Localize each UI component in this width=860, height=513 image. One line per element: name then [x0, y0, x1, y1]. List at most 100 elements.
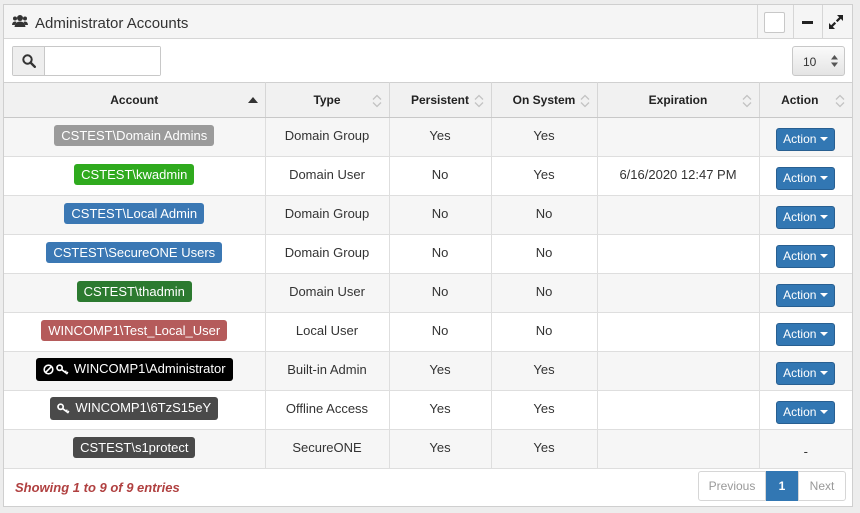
cell-on-system-value: No: [535, 205, 553, 221]
action-label: Action: [783, 287, 817, 302]
search-icon: [22, 54, 36, 68]
page-size-select[interactable]: 10: [792, 46, 845, 76]
action-dropdown-button[interactable]: Action: [776, 205, 836, 229]
cell-persistent: Yes: [389, 351, 492, 391]
cell-on-system-value: Yes: [533, 439, 555, 455]
column-header-persistent[interactable]: Persistent: [389, 82, 492, 118]
cell-persistent-value: No: [431, 322, 449, 338]
caret-down-icon: [820, 409, 829, 414]
table-row: WINCOMP1\6TzS15eY Offline Access Yes Yes Act…: [4, 390, 852, 430]
action-dropdown-button[interactable]: Action: [776, 322, 836, 346]
cell-on-system-value: Yes: [533, 400, 555, 416]
action-label: Action: [783, 248, 817, 263]
caret-down-icon: [820, 253, 829, 258]
panel-select-checkbox[interactable]: [764, 12, 785, 33]
select-arrows-icon: [831, 55, 838, 67]
cell-action: Action: [759, 234, 852, 274]
page-1-button[interactable]: 1: [766, 471, 798, 501]
key-icon: [56, 363, 69, 378]
cell-action: Action: [759, 273, 852, 313]
key-icon: [57, 402, 70, 417]
cell-action: Action: [759, 351, 852, 391]
search-input[interactable]: [46, 47, 160, 75]
cell-persistent-value: Yes: [429, 400, 451, 416]
account-name: CSTEST\SecureONE Users: [53, 244, 216, 260]
account-badge: CSTEST\SecureONE Users: [46, 241, 223, 263]
search-addon: [13, 47, 45, 75]
cell-expiration: [597, 312, 760, 352]
table-row: CSTEST\thadmin Domain User No No Action: [4, 273, 852, 313]
page-size-value: 10: [803, 55, 817, 69]
table-row: CSTEST\SecureONE Users Domain Group No No Ac…: [4, 234, 852, 274]
cell-action: Action: [759, 195, 852, 235]
column-label: Persistent: [410, 93, 470, 107]
next-page-button[interactable]: Next: [798, 472, 845, 500]
account-badge: WINCOMP1\Test_Local_User: [41, 319, 228, 341]
cell-account: CSTEST\kwadmin: [4, 156, 266, 196]
account-name: CSTEST\thadmin: [83, 283, 185, 299]
table-row: CSTEST\Domain Admins Domain Group Yes Yes Ac…: [4, 117, 852, 157]
action-label: Action: [783, 209, 817, 224]
cell-persistent: No: [389, 312, 492, 352]
table-row: WINCOMP1\Test_Local_User Local User No No Ac…: [4, 312, 852, 352]
cell-action: Action: [759, 117, 852, 157]
account-name: WINCOMP1\6TzS15eY: [75, 399, 212, 415]
action-dropdown-button[interactable]: Action: [776, 166, 836, 190]
sort-icon: [474, 94, 483, 108]
action-label: Action: [783, 326, 817, 341]
cell-on-system: Yes: [491, 351, 598, 391]
badge-icons: [57, 399, 72, 420]
cell-type: Domain User: [265, 156, 390, 196]
cell-on-system-value: No: [535, 283, 553, 299]
cell-on-system-value: Yes: [533, 127, 555, 143]
action-dropdown-button[interactable]: Action: [776, 361, 836, 385]
action-dropdown-button[interactable]: Action: [776, 283, 836, 307]
column-header-on-system[interactable]: On System: [491, 82, 598, 118]
action-dropdown-button[interactable]: Action: [776, 127, 836, 151]
users-icon: [12, 15, 28, 27]
action-dropdown-button[interactable]: Action: [776, 244, 836, 268]
cell-action: Action: [759, 390, 852, 430]
header-divider: [757, 5, 758, 39]
sort-icon: [835, 94, 845, 108]
minimize-icon[interactable]: [802, 21, 813, 24]
cell-action: Action: [759, 312, 852, 352]
panel-title: Administrator Accounts: [35, 15, 189, 32]
cell-persistent: Yes: [389, 429, 492, 469]
cell-on-system-value: No: [535, 244, 553, 260]
cell-expiration: [597, 351, 760, 391]
cell-type-value: Built-in Admin: [287, 361, 367, 377]
sort-icon: [742, 94, 751, 108]
cell-expiration: [597, 273, 760, 313]
previous-page-button[interactable]: Previous: [699, 472, 766, 500]
cell-on-system-value: Yes: [533, 361, 555, 377]
cell-on-system: No: [491, 312, 598, 352]
cell-type: Domain Group: [265, 117, 390, 157]
column-label: Expiration: [648, 93, 708, 107]
column-header-account[interactable]: Account: [4, 82, 266, 118]
action-dropdown-button[interactable]: Action: [776, 400, 836, 424]
account-badge: WINCOMP1\6TzS15eY: [50, 396, 219, 420]
cell-action: Action: [759, 156, 852, 196]
cell-expiration: 6/16/2020 12:47 PM: [597, 156, 760, 196]
cell-type-value: Offline Access: [285, 400, 369, 416]
cell-persistent: No: [389, 273, 492, 313]
table-row: CSTEST\kwadmin Domain User No Yes 6/16/2020 …: [4, 156, 852, 196]
column-header-expiration[interactable]: Expiration: [597, 82, 760, 118]
cell-type: SecureONE: [265, 429, 390, 469]
expand-icon[interactable]: [828, 14, 844, 30]
cell-on-system: No: [491, 234, 598, 274]
cell-type: Domain Group: [265, 234, 390, 274]
table-row: WINCOMP1\Administrator Built-in Admin Yes Y…: [4, 351, 852, 391]
column-label: Account: [110, 93, 159, 107]
column-header-type[interactable]: Type: [265, 82, 390, 118]
column-header-action[interactable]: Action: [759, 82, 852, 118]
cell-persistent-value: No: [431, 244, 449, 260]
cell-on-system: Yes: [491, 117, 598, 157]
caret-down-icon: [820, 175, 829, 180]
account-badge: WINCOMP1\Administrator: [35, 357, 233, 381]
account-badge: CSTEST\s1protect: [73, 436, 196, 458]
caret-down-icon: [820, 214, 829, 219]
column-label: Action: [781, 93, 819, 107]
account-name: CSTEST\s1protect: [80, 439, 189, 455]
